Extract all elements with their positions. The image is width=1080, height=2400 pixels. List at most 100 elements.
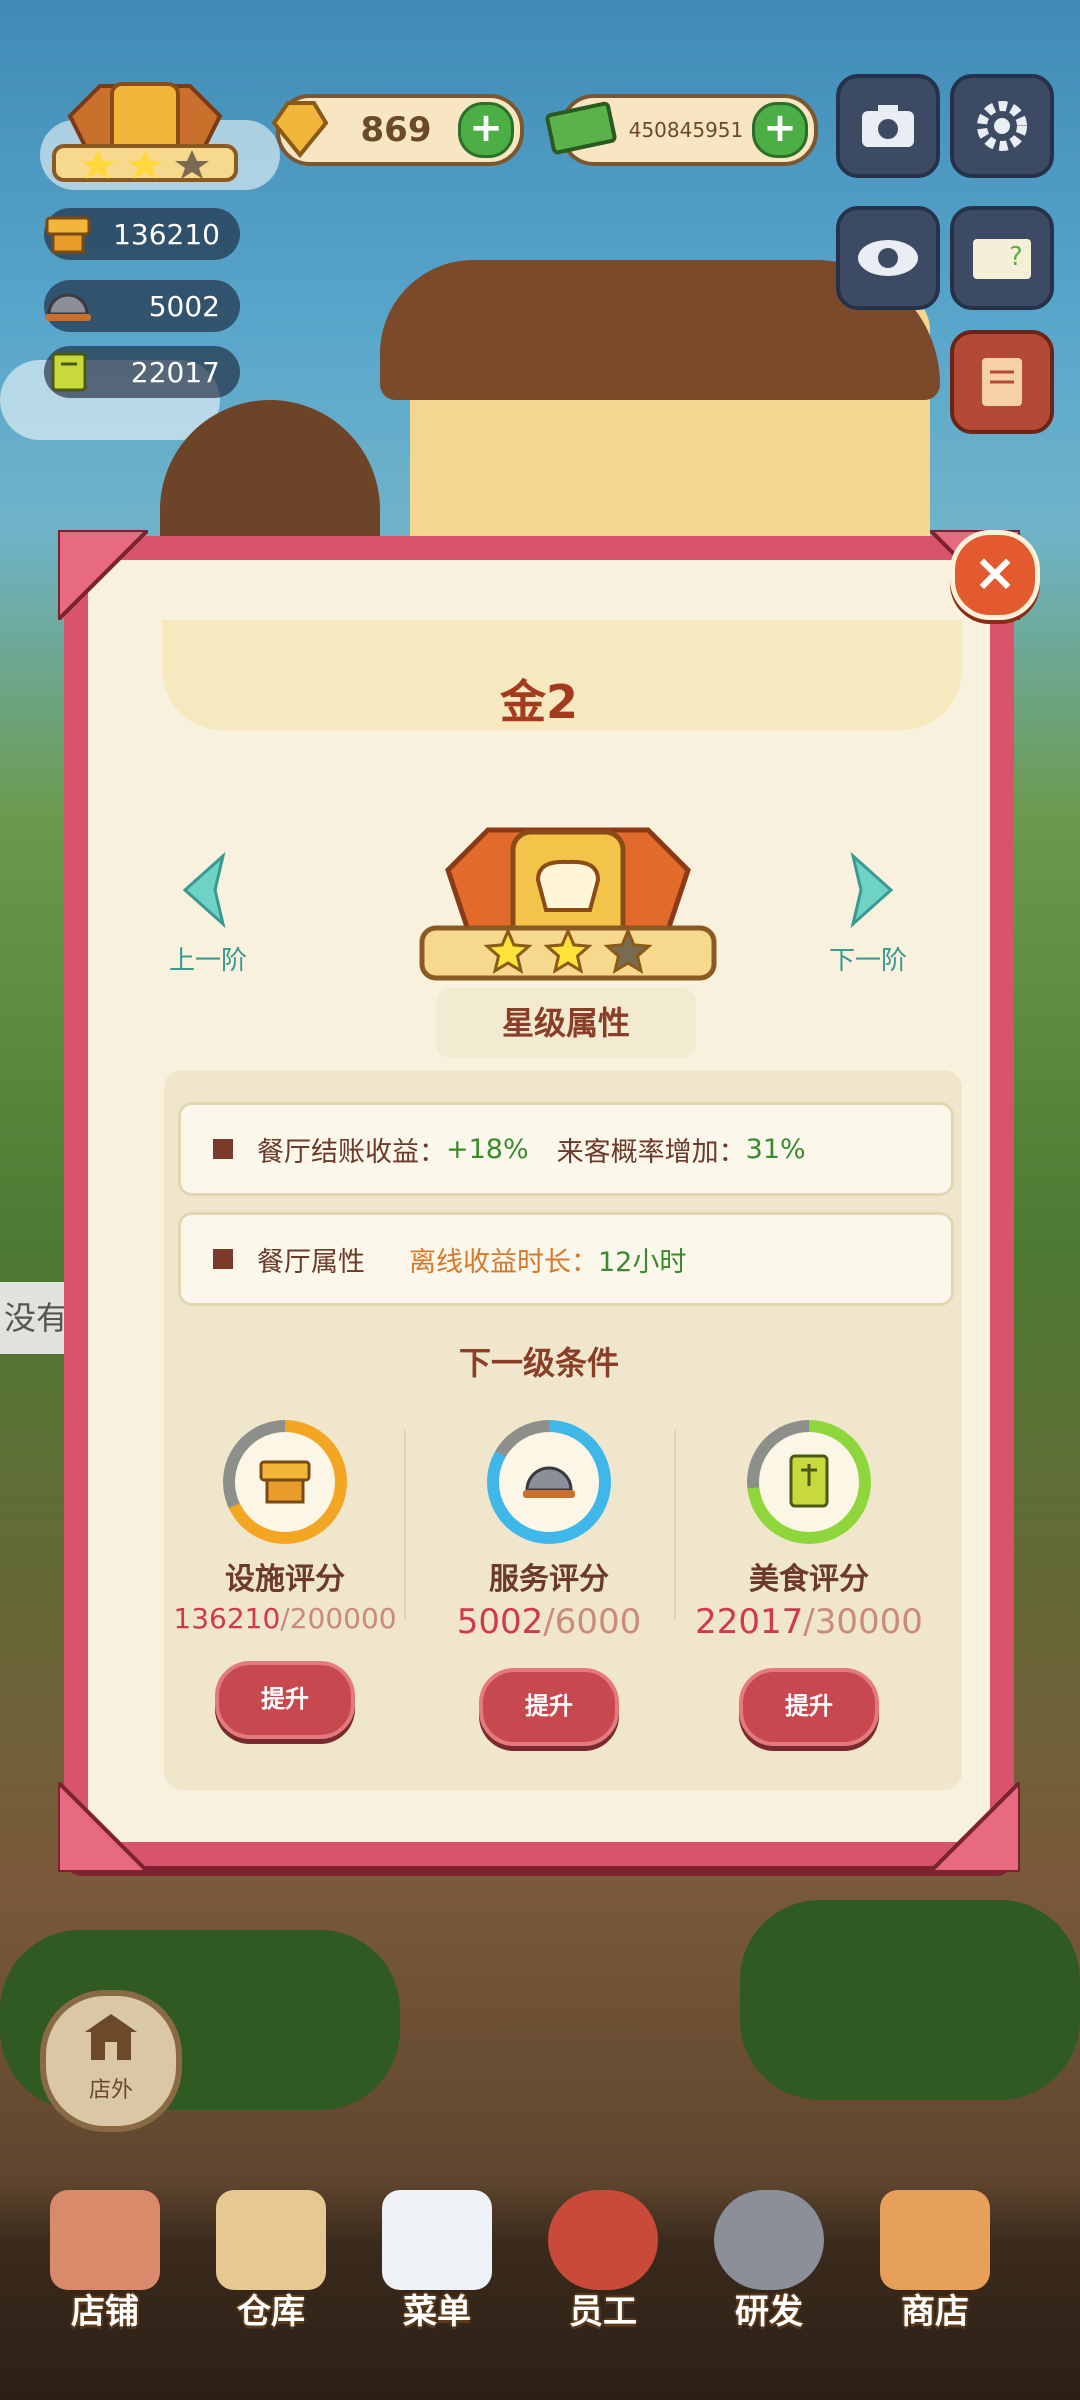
offline-duration-label: 离线收益时长：	[409, 1246, 598, 1278]
checkout-income-value: +18%	[446, 1133, 529, 1165]
nav-label: 商店	[901, 2292, 969, 2332]
food-progress-text: 22017/30000	[684, 1602, 934, 1642]
settings-button[interactable]	[950, 74, 1054, 178]
add-gems-button[interactable]: +	[458, 102, 514, 158]
nav-shop-front[interactable]: 店铺	[30, 2190, 180, 2333]
cash-icon	[544, 93, 620, 167]
bullet-square	[213, 1139, 233, 1159]
nav-research[interactable]: 研发	[694, 2190, 844, 2333]
nav-warehouse[interactable]: 仓库	[196, 2190, 346, 2333]
prev-tier-label: 上一阶	[168, 946, 247, 976]
requirement-food: 美食评分 22017/30000 提升	[684, 1420, 934, 1746]
close-button[interactable]: ×	[950, 530, 1040, 620]
dialog-title: 金2	[499, 675, 578, 729]
gear-icon	[977, 101, 1027, 151]
recipe-book-icon	[789, 1454, 829, 1508]
clipboard-icon	[382, 2190, 492, 2290]
requirement-service: 服务评分 5002/6000 提升	[424, 1420, 674, 1746]
frame-corner	[58, 1782, 148, 1872]
checkout-income-label: 餐厅结账收益：	[257, 1136, 446, 1168]
store-icon	[50, 2190, 160, 2290]
outside-view-button[interactable]: 店外	[40, 1990, 182, 2132]
food-score-value: 22017	[130, 355, 220, 389]
restaurant-rank-badge[interactable]	[50, 66, 240, 196]
eye-icon	[858, 240, 918, 276]
facility-progress-text: 136210/200000	[160, 1602, 410, 1635]
nav-staff[interactable]: 员工	[528, 2190, 678, 2333]
camera-icon	[862, 105, 914, 147]
service-score-value: 5002	[148, 289, 220, 323]
service-score-display: 5002	[44, 280, 240, 332]
next-level-conditions-title: 下一级条件	[458, 1344, 619, 1382]
food-current: 22017	[695, 1602, 804, 1642]
service-progress-text: 5002/6000	[424, 1602, 674, 1642]
nav-menu[interactable]: 菜单	[362, 2190, 512, 2333]
facility-score-value: 136210	[113, 217, 220, 251]
visitor-rate-label: 来客概率增加：	[556, 1136, 746, 1168]
add-cash-button[interactable]: +	[752, 102, 808, 158]
nav-store[interactable]: 商店	[860, 2190, 1010, 2333]
restaurant-attribute-label: 餐厅属性	[257, 1246, 365, 1278]
arrow-left-icon	[182, 851, 226, 929]
facility-score-label: 设施评分	[225, 1562, 345, 1597]
cash-value: 450845951	[628, 118, 744, 142]
facility-icon	[259, 1460, 311, 1504]
divider	[674, 1430, 676, 1620]
cloche-icon	[38, 276, 98, 336]
visitor-rate-value: 31%	[745, 1133, 806, 1165]
shop-icon	[880, 2190, 990, 2290]
food-score-label: 美食评分	[749, 1562, 869, 1597]
nav-label: 菜单	[403, 2292, 471, 2332]
facility-max: /200000	[280, 1602, 397, 1635]
close-icon: ×	[973, 543, 1017, 603]
food-progress-ring	[747, 1420, 871, 1544]
service-score-label: 服务评分	[489, 1562, 609, 1597]
upgrade-food-button[interactable]: 提升	[739, 1668, 879, 1746]
facility-score-display: 136210	[44, 208, 240, 260]
service-current: 5002	[456, 1602, 544, 1642]
prev-tier-button[interactable]: 上一阶	[148, 850, 268, 977]
bullet-square	[213, 1249, 233, 1269]
upgrade-service-button[interactable]: 提升	[479, 1668, 619, 1746]
facility-icon	[38, 204, 98, 264]
staff-icon	[548, 2190, 658, 2290]
nav-label: 仓库	[237, 2292, 305, 2332]
book-icon	[982, 358, 1022, 406]
gems-value: 869	[360, 110, 432, 150]
next-tier-label: 下一阶	[828, 946, 907, 976]
recipe-book-icon	[38, 342, 98, 402]
offline-duration-value: 12小时	[598, 1246, 687, 1278]
crate-icon	[216, 2190, 326, 2290]
outside-label: 店外	[88, 2078, 133, 2103]
storefront-icon	[85, 2014, 137, 2060]
facility-current: 136210	[173, 1602, 281, 1635]
nav-label: 研发	[735, 2292, 803, 2332]
service-progress-ring	[487, 1420, 611, 1544]
facility-progress-ring	[223, 1420, 347, 1544]
frame-corner	[930, 1782, 1020, 1872]
side-notice-tag[interactable]: 没有	[0, 1282, 74, 1354]
cloche-icon	[523, 1466, 575, 1498]
rank-emblem	[418, 810, 718, 1010]
next-tier-button[interactable]: 下一阶	[808, 850, 928, 977]
gems-display: 869 +	[271, 94, 524, 166]
star-level-dialog: 金2 上一阶 下一阶 星级属性 餐厅结账收益： +18% 来客概率增加： 31%…	[58, 530, 1020, 1872]
dialog-body: 金2 上一阶 下一阶 星级属性 餐厅结账收益： +18% 来客概率增加： 31%…	[88, 560, 990, 1842]
log-book-button[interactable]	[950, 330, 1054, 434]
help-guide-button[interactable]: ?	[950, 206, 1054, 310]
requirement-facility: 设施评分 136210/200000 提升	[160, 1420, 410, 1739]
camera-button[interactable]	[836, 74, 940, 178]
cash-display: 450845951 +	[545, 94, 818, 166]
food-max: /30000	[803, 1602, 923, 1642]
guide-book-icon: ?	[973, 239, 1031, 279]
attribute-row-offline: 餐厅属性 离线收益时长： 12小时	[178, 1212, 954, 1306]
visibility-button[interactable]	[836, 206, 940, 310]
upgrade-facility-button[interactable]: 提升	[215, 1661, 355, 1739]
nav-label: 员工	[569, 2292, 637, 2332]
wok-icon	[714, 2190, 824, 2290]
gem-icon	[264, 93, 334, 167]
svg-text:?: ?	[1009, 242, 1023, 272]
arrow-right-icon	[850, 851, 894, 929]
food-score-display: 22017	[44, 346, 240, 398]
bush	[740, 1900, 1080, 2100]
